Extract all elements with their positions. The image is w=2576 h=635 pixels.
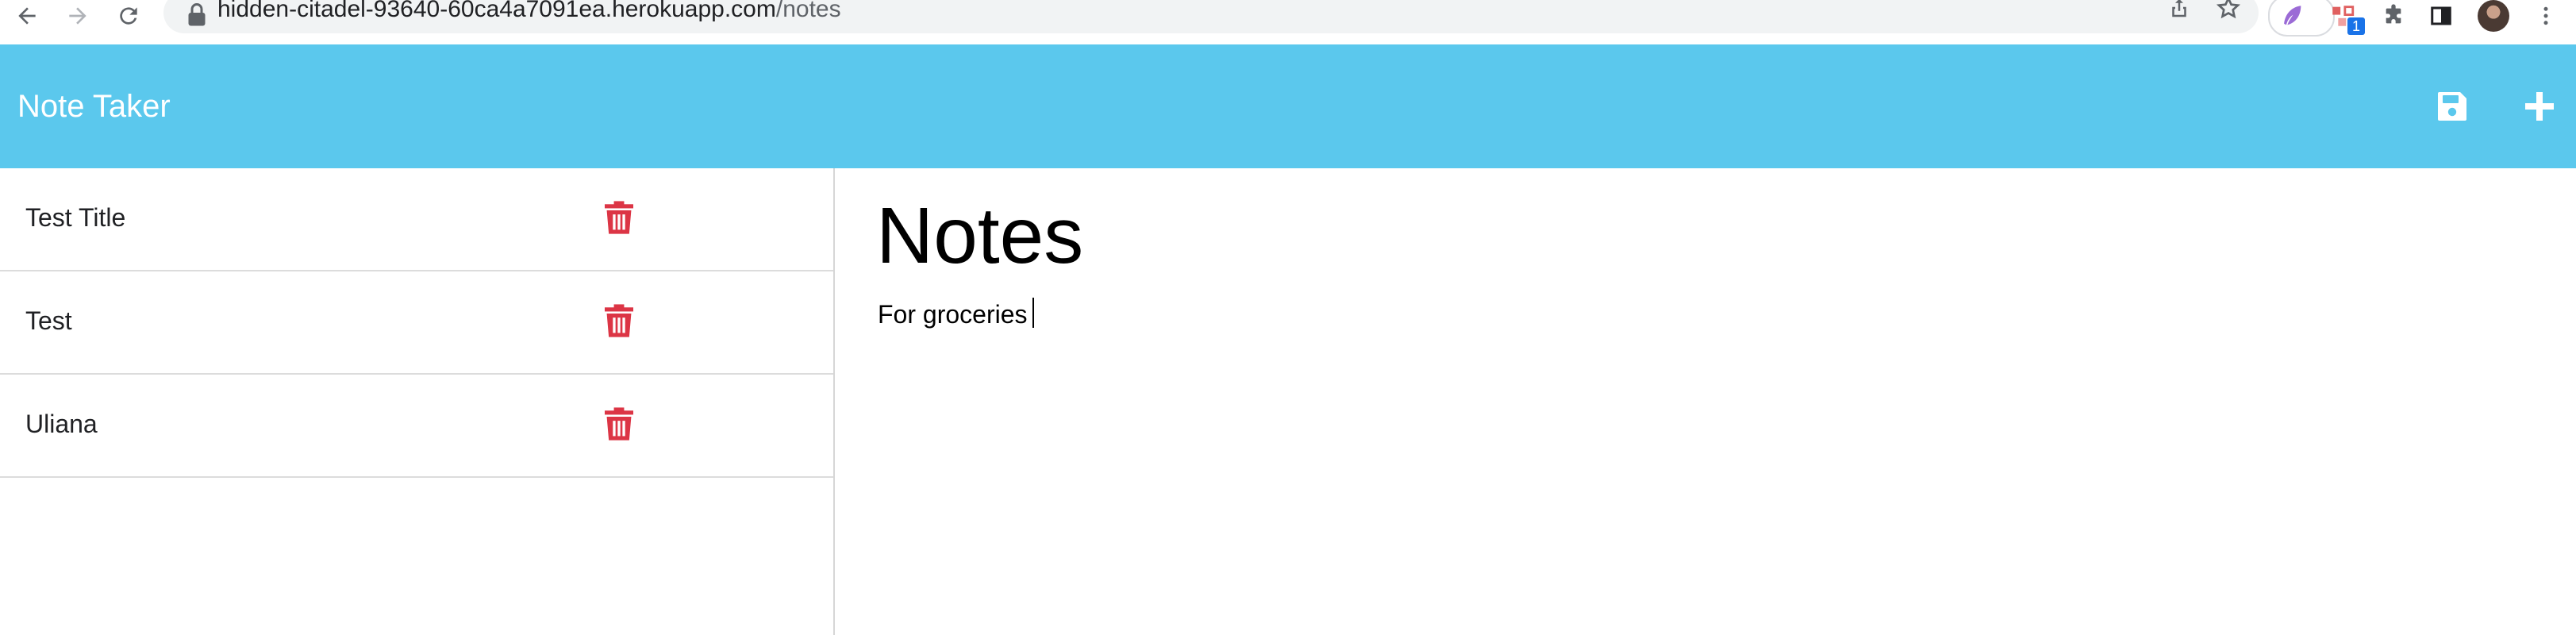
kebab-menu-icon bbox=[2543, 6, 2548, 25]
note-editor: Notes For groceries bbox=[835, 168, 2576, 635]
note-list-item-title: Test bbox=[25, 306, 72, 335]
lock-icon bbox=[188, 3, 206, 26]
share-icon bbox=[2172, 0, 2186, 17]
side-panel-button[interactable] bbox=[2424, 0, 2459, 32]
notes-list: Test Title Test Uliana bbox=[0, 168, 835, 635]
note-list-item-title: Test Title bbox=[25, 203, 126, 232]
share-button[interactable] bbox=[2163, 0, 2195, 24]
forward-button[interactable] bbox=[59, 0, 97, 32]
reload-button[interactable] bbox=[110, 0, 148, 32]
save-icon bbox=[2438, 92, 2466, 121]
browser-toolbar: hidden-citadel-93640-60ca4a7091ea.heroku… bbox=[0, 0, 2576, 44]
url-host: hidden-citadel-93640-60ca4a7091ea.heroku… bbox=[217, 0, 776, 22]
note-list-item-title: Uliana bbox=[25, 410, 98, 438]
reload-icon bbox=[120, 7, 137, 25]
arrow-left-icon bbox=[18, 7, 36, 25]
note-text: For groceries bbox=[878, 300, 1028, 329]
note-list-item[interactable]: Test bbox=[0, 271, 833, 375]
profile-avatar[interactable] bbox=[2478, 0, 2509, 32]
trash-icon[interactable] bbox=[605, 303, 633, 338]
bookmark-button[interactable] bbox=[2213, 0, 2244, 24]
trash-icon[interactable] bbox=[605, 200, 633, 235]
extensions-button[interactable] bbox=[2376, 0, 2411, 32]
plus-icon bbox=[2525, 92, 2554, 121]
puzzle-icon bbox=[2386, 4, 2401, 24]
app-title[interactable]: Note Taker bbox=[17, 86, 171, 127]
url-path: /notes bbox=[775, 0, 841, 22]
side-panel-icon bbox=[2431, 6, 2451, 25]
save-note-button[interactable] bbox=[2430, 84, 2474, 129]
trash-icon[interactable] bbox=[605, 406, 633, 441]
note-list-item[interactable]: Uliana bbox=[0, 375, 833, 478]
text-caret bbox=[1032, 298, 1034, 328]
note-text-area[interactable]: For groceries bbox=[878, 297, 1034, 332]
address-bar[interactable]: hidden-citadel-93640-60ca4a7091ea.heroku… bbox=[163, 0, 2259, 33]
feather-icon bbox=[2284, 6, 2301, 25]
star-icon bbox=[2216, 0, 2241, 19]
back-button[interactable] bbox=[8, 0, 46, 32]
note-list-item[interactable]: Test Title bbox=[0, 168, 833, 271]
arrow-right-icon bbox=[69, 7, 87, 25]
app-header: Note Taker bbox=[0, 44, 2576, 168]
new-note-button[interactable] bbox=[2517, 84, 2562, 129]
url-text: hidden-citadel-93640-60ca4a7091ea.heroku… bbox=[217, 0, 841, 25]
extension-badge: 1 bbox=[2347, 17, 2365, 35]
browser-menu-button[interactable] bbox=[2528, 0, 2563, 32]
extension-feather-button[interactable] bbox=[2274, 0, 2309, 32]
note-title-input[interactable]: Notes bbox=[876, 184, 1083, 287]
